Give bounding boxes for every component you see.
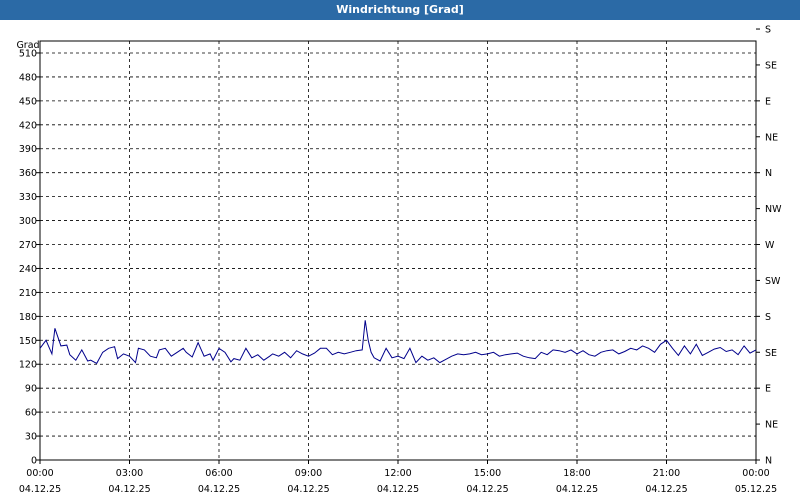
x-tick-time: 00:00 <box>26 468 53 479</box>
right-tick-label: NW <box>765 204 782 215</box>
x-tick-date: 04.12.25 <box>287 484 329 495</box>
y-tick-label: 330 <box>19 192 37 203</box>
y-tick-label: 300 <box>19 216 37 227</box>
y-tick-label: 60 <box>25 408 37 419</box>
y-tick-label: 420 <box>19 120 37 131</box>
y-tick-label: 180 <box>19 312 37 323</box>
y-tick-label: 510 <box>19 48 37 59</box>
x-tick-date: 04.12.25 <box>108 484 150 495</box>
y-tick-label: 0 <box>31 456 37 467</box>
right-tick-label: NE <box>765 420 778 431</box>
x-tick-date: 04.12.25 <box>198 484 240 495</box>
x-tick-date: 04.12.25 <box>466 484 508 495</box>
right-tick-label: SE <box>765 348 777 359</box>
y-tick-label: 480 <box>19 72 37 83</box>
right-tick-label: NE <box>765 132 778 143</box>
x-tick-time: 15:00 <box>474 468 501 479</box>
y-tick-label: 360 <box>19 168 37 179</box>
right-tick-label: E <box>765 96 771 107</box>
y-tick-label: 240 <box>19 264 37 275</box>
x-tick-time: 09:00 <box>295 468 322 479</box>
y-tick-label: 210 <box>19 288 37 299</box>
y-tick-label: 270 <box>19 240 37 251</box>
x-tick-time: 18:00 <box>563 468 590 479</box>
y-tick-label: 90 <box>25 384 37 395</box>
x-tick-time: 12:00 <box>384 468 411 479</box>
x-tick-time: 06:00 <box>205 468 232 479</box>
x-tick-time: 21:00 <box>653 468 680 479</box>
x-tick-date: 04.12.25 <box>19 484 61 495</box>
right-tick-label: N <box>765 168 772 179</box>
y-tick-label: 450 <box>19 96 37 107</box>
grid-lines <box>40 41 756 460</box>
x-tick-date: 04.12.25 <box>377 484 419 495</box>
right-axis-ticks: N NE E SE S SW W NW N NE E SE S <box>756 25 782 467</box>
right-tick-label: S <box>765 312 771 323</box>
y-tick-label: 120 <box>19 360 37 371</box>
right-tick-label: E <box>765 384 771 395</box>
y-tick-label: 390 <box>19 144 37 155</box>
x-tick-date: 05.12.25 <box>735 484 777 495</box>
x-tick-date: 04.12.25 <box>645 484 687 495</box>
wind-direction-chart: Grad 03060901201501802102402703003303603… <box>16 25 782 495</box>
chart-title-bar: Windrichtung [Grad] <box>0 0 800 20</box>
x-tick-time: 03:00 <box>116 468 143 479</box>
x-axis-ticks: 00:00 04.12.25 03:00 04.12.25 06:00 04.12.25 0… <box>19 460 777 495</box>
right-tick-label: SW <box>765 276 781 287</box>
chart-title: Windrichtung [Grad] <box>336 3 464 16</box>
right-tick-label: SE <box>765 60 777 71</box>
right-tick-label: S <box>765 25 771 36</box>
y-tick-label: 150 <box>19 336 37 347</box>
x-tick-time: 00:00 <box>742 468 769 479</box>
right-tick-label: W <box>765 240 775 251</box>
y-axis-ticks: 0 30 60 90 120 150 180 210 240 270 300 330 360 390 420… <box>19 48 40 467</box>
x-tick-date: 04.12.25 <box>556 484 598 495</box>
right-tick-label: N <box>765 456 772 467</box>
y-tick-label: 30 <box>25 432 37 443</box>
